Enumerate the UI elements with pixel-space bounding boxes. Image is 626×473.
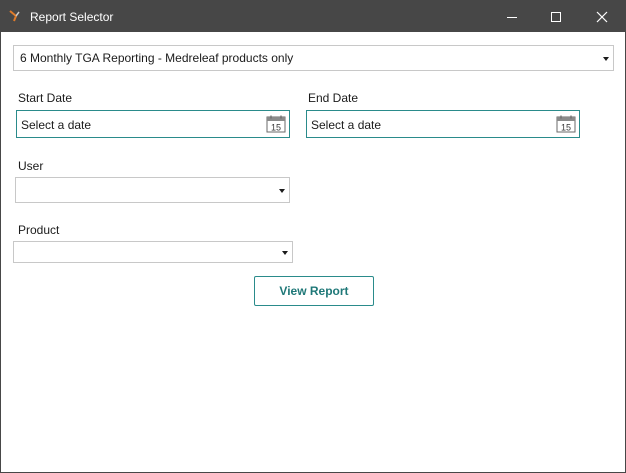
minimize-icon — [507, 16, 517, 18]
report-type-value: 6 Monthly TGA Reporting - Medreleaf prod… — [20, 51, 294, 65]
chevron-down-icon — [279, 189, 285, 193]
minimize-button[interactable] — [489, 1, 535, 32]
calendar-icon[interactable]: 15 — [266, 115, 286, 133]
product-label: Product — [18, 223, 60, 237]
calendar-icon[interactable]: 15 — [556, 115, 576, 133]
product-dropdown[interactable] — [13, 241, 293, 263]
end-date-picker[interactable]: Select a date 15 — [306, 110, 580, 138]
user-label: User — [18, 159, 44, 173]
end-date-label: End Date — [308, 91, 359, 105]
report-type-dropdown[interactable]: 6 Monthly TGA Reporting - Medreleaf prod… — [13, 45, 614, 71]
view-report-button[interactable]: View Report — [254, 276, 374, 306]
maximize-icon — [551, 11, 561, 22]
maximize-button[interactable] — [533, 1, 579, 32]
close-button[interactable] — [579, 1, 625, 32]
app-logo-icon — [9, 10, 20, 22]
close-icon — [596, 11, 608, 22]
report-selector-window: Report Selector 6 Monthly TGA Reporting … — [0, 0, 626, 473]
end-date-placeholder: Select a date — [311, 118, 382, 132]
user-dropdown[interactable] — [15, 177, 290, 203]
chevron-down-icon — [603, 57, 609, 61]
end-calendar-day: 15 — [561, 123, 571, 133]
window-title: Report Selector — [30, 10, 114, 24]
start-calendar-day: 15 — [271, 123, 281, 133]
start-date-placeholder: Select a date — [21, 118, 92, 132]
start-date-label: Start Date — [18, 91, 73, 105]
start-date-picker[interactable]: Select a date 15 — [16, 110, 290, 138]
chevron-down-icon — [282, 251, 288, 255]
title-bar[interactable]: Report Selector — [1, 1, 625, 32]
